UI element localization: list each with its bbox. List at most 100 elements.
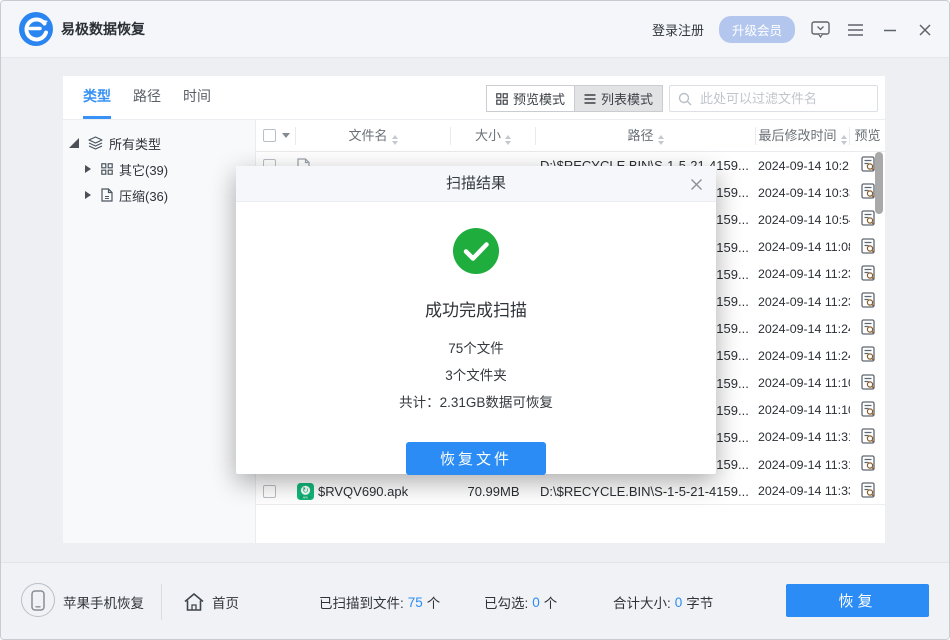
sidebar-item[interactable]: 压缩(36)	[63, 182, 255, 208]
file-modified-cell: 2024-09-14 11:24	[756, 322, 850, 336]
total-size-status: 合计大小:0字节	[613, 563, 713, 640]
search-input[interactable]	[700, 91, 876, 106]
file-name: $RVQV690.apk	[318, 484, 408, 499]
modal-close-icon[interactable]	[690, 166, 703, 202]
checked-files-status: 已勾选:0个	[484, 563, 557, 640]
app-logo-icon	[19, 12, 53, 46]
preview-cell	[850, 374, 885, 393]
svg-text:↻: ↻	[302, 486, 309, 495]
checkbox-dropdown-icon[interactable]	[282, 133, 290, 138]
preview-cell	[850, 401, 885, 420]
iphone-recovery-link[interactable]: 苹果手机恢复	[63, 563, 144, 640]
column-header-filename[interactable]: 文件名	[296, 127, 451, 145]
preview-icon[interactable]	[861, 428, 875, 447]
row-checkbox[interactable]	[263, 485, 276, 498]
modal-title: 扫描结果	[446, 175, 506, 192]
file-path-cell: D:\$RECYCLE.BIN\S-1-5-21-4159...	[536, 484, 756, 499]
column-header-path[interactable]: 路径	[536, 127, 756, 145]
sidebar-item-label: 压缩(36)	[119, 186, 168, 205]
tabs-row: 类型 路径 时间 预览模式 列表模式	[63, 76, 885, 119]
close-icon[interactable]	[915, 20, 935, 40]
divider	[161, 584, 162, 620]
preview-icon[interactable]	[861, 346, 875, 365]
preview-icon[interactable]	[861, 265, 875, 284]
sidebar-tree: 所有类型 其它(39) 压缩(36)	[63, 119, 256, 543]
home-icon	[183, 592, 205, 612]
file-modified-cell: 2024-09-14 10:21	[756, 159, 850, 173]
sidebar-item-all-types[interactable]: 所有类型	[63, 130, 255, 156]
preview-cell	[850, 455, 885, 474]
sort-icon	[392, 135, 398, 145]
preview-icon[interactable]	[861, 319, 875, 338]
column-header-preview: 预览	[850, 127, 885, 145]
grid-view-icon	[496, 93, 508, 105]
table-row[interactable]: ↻APK $RVQV690.apk 70.99MBD:\$RECYCLE.BIN\S…	[256, 478, 885, 505]
tab-time[interactable]: 时间	[183, 76, 211, 119]
login-register-link[interactable]: 登录注册	[652, 20, 704, 39]
preview-icon[interactable]	[861, 482, 875, 501]
scan-stat-line: 75个文件	[236, 335, 716, 362]
file-modified-cell: 2024-09-14 11:08	[756, 240, 850, 254]
column-header-modified[interactable]: 最后修改时间	[756, 127, 850, 145]
svg-text:APK: APK	[303, 495, 309, 499]
collapse-icon[interactable]	[85, 191, 91, 199]
search-box[interactable]	[669, 85, 878, 112]
file-modified-cell: 2024-09-14 11:23	[756, 267, 850, 281]
app-title: 易极数据恢复	[61, 1, 145, 58]
sort-icon	[505, 135, 511, 145]
apk-file-icon: ↻APK	[297, 483, 314, 500]
file-modified-cell: 2024-09-14 11:31	[756, 430, 850, 444]
minimize-icon[interactable]	[880, 20, 900, 40]
preview-mode-label: 预览模式	[513, 89, 565, 108]
iphone-icon[interactable]	[21, 583, 55, 617]
upgrade-member-badge[interactable]: 升级会员	[719, 16, 795, 43]
preview-icon[interactable]	[861, 210, 875, 229]
feedback-icon[interactable]	[810, 20, 830, 40]
preview-icon[interactable]	[861, 183, 875, 202]
doczip-icon	[101, 188, 113, 202]
preview-icon[interactable]	[861, 238, 875, 257]
sidebar-item[interactable]: 其它(39)	[63, 156, 255, 182]
preview-cell	[850, 238, 885, 257]
preview-cell	[850, 292, 885, 311]
file-modified-cell: 2024-09-14 11:23	[756, 295, 850, 309]
recover-button[interactable]: 恢复	[786, 584, 929, 617]
expand-icon[interactable]	[69, 138, 79, 148]
select-all-checkbox[interactable]	[263, 129, 276, 142]
tab-type[interactable]: 类型	[83, 76, 111, 119]
preview-icon[interactable]	[861, 374, 875, 393]
preview-cell	[850, 346, 885, 365]
preview-icon[interactable]	[861, 455, 875, 474]
menu-icon[interactable]	[845, 20, 865, 40]
preview-cell	[850, 482, 885, 501]
column-header-size[interactable]: 大小	[451, 127, 536, 145]
file-name-cell: ↻APK $RVQV690.apk	[296, 483, 451, 500]
sidebar-item-label: 所有类型	[109, 134, 161, 153]
scan-status-text: 成功完成扫描	[236, 296, 716, 321]
app-window: 易极数据恢复 登录注册 升级会员 类型 路径 时间	[0, 0, 950, 640]
recover-files-button[interactable]: 恢复文件	[406, 442, 546, 475]
collapse-icon[interactable]	[85, 165, 91, 173]
sort-icon	[658, 135, 664, 145]
list-mode-label: 列表模式	[601, 89, 653, 108]
title-bar: 易极数据恢复 登录注册 升级会员	[1, 1, 949, 58]
preview-cell	[850, 319, 885, 338]
success-check-icon	[236, 228, 716, 274]
file-modified-cell: 2024-09-14 11:33	[756, 484, 850, 498]
scrollbar-thumb[interactable]	[875, 152, 883, 214]
preview-icon[interactable]	[861, 401, 875, 420]
scanned-files-status: 已扫描到文件:75个	[319, 563, 440, 640]
home-link[interactable]: 首页	[183, 563, 239, 640]
list-mode-button[interactable]: 列表模式	[575, 85, 663, 112]
tab-path[interactable]: 路径	[133, 76, 161, 119]
file-size-cell: 70.99MB	[451, 484, 536, 499]
file-modified-cell: 2024-09-14 11:24	[756, 349, 850, 363]
preview-mode-button[interactable]: 预览模式	[486, 85, 575, 112]
preview-cell	[850, 265, 885, 284]
preview-icon[interactable]	[861, 156, 875, 175]
scan-stat-line: 3个文件夹	[236, 362, 716, 389]
home-label: 首页	[212, 592, 239, 612]
preview-cell	[850, 428, 885, 447]
preview-icon[interactable]	[861, 292, 875, 311]
list-view-icon	[584, 93, 596, 105]
